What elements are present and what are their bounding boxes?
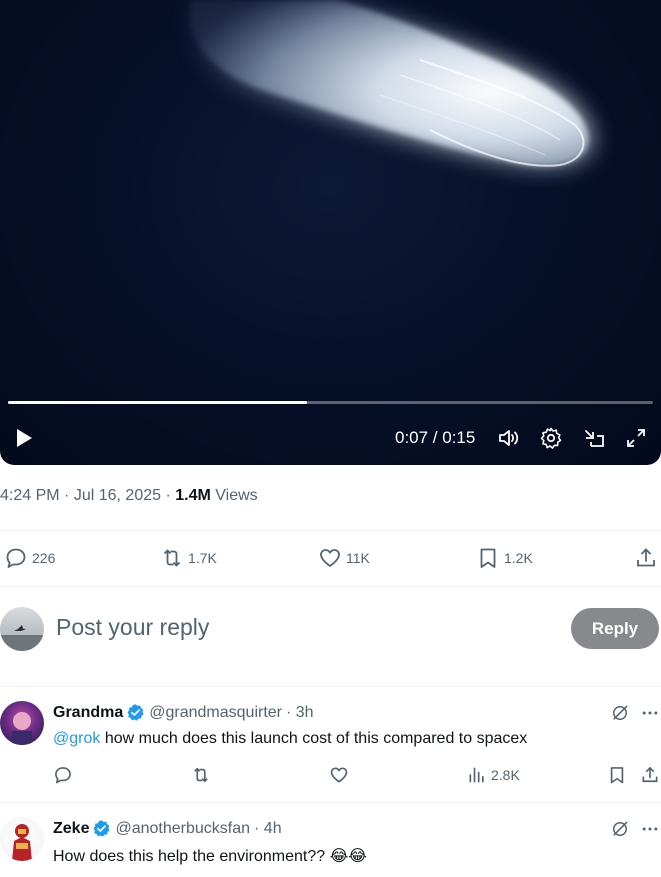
analytics-icon bbox=[469, 767, 484, 783]
divider bbox=[0, 586, 661, 587]
avatar[interactable] bbox=[0, 701, 44, 745]
video-progress-fill bbox=[8, 401, 308, 404]
avatar-image bbox=[12, 824, 32, 861]
share-icon bbox=[642, 767, 658, 783]
verified-badge-icon bbox=[93, 820, 111, 837]
meta-separator: · bbox=[64, 487, 74, 504]
more-icon[interactable] bbox=[640, 819, 660, 839]
repost-action[interactable]: 1.7K bbox=[160, 546, 217, 570]
comment-views-action[interactable]: 2.8K bbox=[467, 765, 520, 785]
reply-action[interactable]: 226 bbox=[4, 546, 55, 570]
video-time: 0:07 / 0:15 bbox=[395, 428, 476, 447]
comment-header: Grandma @grandmasquirter · 3h bbox=[53, 703, 314, 722]
play-icon[interactable] bbox=[12, 426, 36, 450]
current-user-avatar[interactable] bbox=[0, 607, 44, 651]
share-icon bbox=[637, 548, 655, 567]
divider bbox=[0, 802, 661, 803]
reply-icon bbox=[6, 548, 26, 568]
post-meta: 4:24 PM · Jul 16, 2025 · 1.4M Views bbox=[0, 487, 258, 505]
comment-age[interactable]: · 4h bbox=[254, 820, 282, 838]
more-icon[interactable] bbox=[640, 703, 660, 723]
comment-age[interactable]: · 3h bbox=[286, 704, 314, 722]
reply-count: 226 bbox=[32, 550, 56, 566]
mention-link[interactable]: @grok bbox=[53, 730, 100, 747]
reply-input[interactable]: Post your reply bbox=[56, 614, 209, 641]
comment-text: How does this help the environment?? 😂😂 bbox=[53, 848, 367, 865]
grok-icon[interactable] bbox=[610, 819, 630, 839]
post-action-bar: 226 1.7K 11K 1.2K bbox=[0, 546, 661, 570]
dock-icon[interactable] bbox=[582, 426, 606, 450]
post-time[interactable]: 4:24 PM bbox=[0, 487, 60, 504]
avatar[interactable] bbox=[0, 817, 44, 861]
views-count: 1.4M bbox=[175, 487, 211, 504]
comment-share-action[interactable] bbox=[640, 765, 660, 785]
divider bbox=[0, 530, 661, 531]
comment-author-handle[interactable]: @anotherbucksfan bbox=[115, 820, 250, 838]
comment-author-name[interactable]: Zeke bbox=[53, 820, 89, 838]
repost-icon bbox=[194, 767, 208, 783]
verified-badge-icon bbox=[127, 704, 144, 721]
comment-bookmark-action[interactable] bbox=[607, 765, 627, 785]
bird-icon bbox=[0, 625, 44, 651]
fullscreen-icon[interactable] bbox=[624, 426, 648, 450]
comment-body: how much does this launch cost of this c… bbox=[100, 730, 528, 747]
bookmark-icon bbox=[480, 548, 496, 568]
heart-icon bbox=[330, 767, 348, 783]
volume-icon[interactable] bbox=[497, 426, 521, 450]
repost-icon bbox=[163, 549, 181, 567]
video-player[interactable]: 0:07 / 0:15 bbox=[0, 0, 661, 465]
avatar-image bbox=[12, 712, 32, 745]
reply-button[interactable]: Reply bbox=[571, 608, 659, 649]
comment-author-handle[interactable]: @grandmasquirter bbox=[149, 704, 282, 722]
views-label: Views bbox=[215, 487, 258, 504]
bookmark-count: 1.2K bbox=[504, 550, 533, 566]
share-action[interactable] bbox=[634, 546, 658, 570]
comment-header: Zeke @anotherbucksfan · 4h bbox=[53, 819, 282, 838]
bookmark-icon bbox=[610, 767, 624, 784]
like-action[interactable]: 11K bbox=[318, 546, 370, 570]
video-frame-rocket-plume bbox=[186, 0, 596, 171]
meta-separator: · bbox=[165, 487, 176, 504]
heart-icon bbox=[320, 549, 340, 567]
like-count: 11K bbox=[346, 550, 370, 566]
comment-action-bar: 2.8K bbox=[0, 765, 661, 787]
comment-text: @grok how much does this launch cost of … bbox=[53, 730, 527, 748]
comment-repost-action[interactable] bbox=[191, 765, 211, 785]
settings-icon[interactable] bbox=[539, 426, 563, 450]
comment-like-action[interactable] bbox=[329, 765, 349, 785]
comment-reply-action[interactable] bbox=[53, 765, 73, 785]
post-date[interactable]: Jul 16, 2025 bbox=[74, 487, 161, 504]
reply-icon bbox=[55, 767, 71, 784]
repost-count: 1.7K bbox=[188, 550, 217, 566]
comment-views-count: 2.8K bbox=[491, 767, 520, 783]
bookmark-action[interactable]: 1.2K bbox=[476, 546, 533, 570]
comment-author-name[interactable]: Grandma bbox=[53, 704, 123, 722]
grok-icon[interactable] bbox=[610, 703, 630, 723]
video-progress-bar[interactable] bbox=[8, 401, 653, 404]
divider bbox=[0, 686, 661, 687]
